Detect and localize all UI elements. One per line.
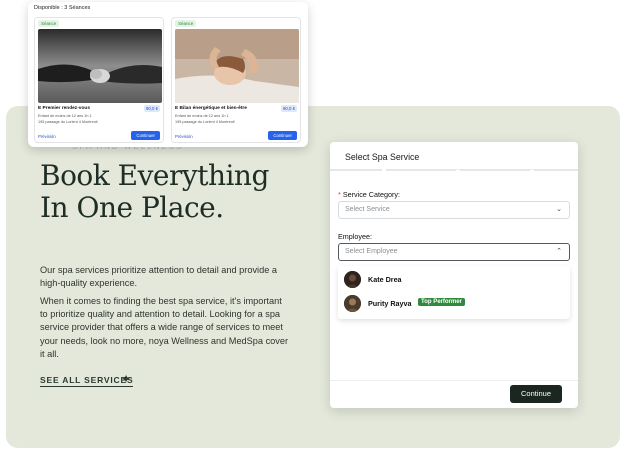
- service-badge: Séance: [38, 20, 60, 27]
- employee-option[interactable]: Kate Drea: [342, 269, 566, 291]
- service-category-placeholder: Select Service: [345, 206, 390, 213]
- service-category-select[interactable]: Select Service ⌄: [338, 201, 570, 219]
- service-price: 90,0 €: [144, 105, 160, 112]
- select-spa-service-modal: Select Spa Service * Service Category: S…: [330, 142, 578, 408]
- service-category-label-text: Service Category:: [342, 190, 400, 199]
- listing-title: Disponible : 3 Séances: [34, 5, 91, 11]
- employee-name: Purity Rayva: [368, 299, 412, 308]
- service-card[interactable]: Séance E Bilan énergétique et bien-être …: [171, 17, 301, 143]
- employee-dropdown: Kate Drea Purity Rayva Top Performer: [338, 266, 570, 319]
- service-category-label: * Service Category:: [338, 190, 400, 199]
- page: SPA AND WELLNESS Book Everything In One …: [0, 0, 625, 459]
- modal-header: Select Spa Service: [330, 142, 578, 170]
- continue-button[interactable]: Continuer: [131, 131, 160, 140]
- employee-name: Kate Drea: [368, 275, 402, 284]
- sparkle-icon: ✦: [121, 372, 132, 386]
- required-marker: *: [338, 190, 341, 199]
- service-meta: Enfant de moins de 12 ans 1h 1: [175, 114, 229, 118]
- preview-link[interactable]: Prévisión: [38, 134, 56, 139]
- massage-image: [175, 29, 299, 103]
- preview-link[interactable]: Prévisión: [175, 134, 193, 139]
- continue-button[interactable]: Continuer: [268, 131, 297, 140]
- avatar: [344, 271, 361, 288]
- modal-tab-indicator: [330, 169, 578, 171]
- chevron-up-icon: ⌃: [556, 248, 562, 255]
- top-performer-badge: Top Performer: [418, 298, 465, 306]
- see-all-services-link[interactable]: SEE ALL SERVICES: [40, 375, 134, 387]
- employee-option[interactable]: Purity Rayva Top Performer: [342, 293, 566, 315]
- hero-body-text: When it comes to finding the best spa se…: [40, 296, 289, 359]
- employee-label: Employee:: [338, 232, 372, 241]
- services-listing-card: Disponible : 3 Séances Séance E Premier …: [28, 2, 308, 147]
- service-address: 195 passage du Lorient 4 Montreuil: [175, 120, 235, 124]
- service-name: E Bilan énergétique et bien-être: [175, 106, 247, 111]
- holding-hands-image: [38, 29, 162, 103]
- hero-headline: Book Everything In One Place.: [40, 159, 269, 224]
- employee-select[interactable]: Select Employee ⌃: [338, 243, 570, 261]
- service-badge: Séance: [175, 20, 197, 27]
- avatar: [344, 295, 361, 312]
- employee-placeholder: Select Employee: [345, 248, 398, 255]
- chevron-down-icon: ⌄: [556, 206, 562, 213]
- hero-intro-text: Our spa services prioritize attention to…: [40, 265, 277, 289]
- service-name: E Premier rendez-vous: [38, 106, 90, 111]
- continue-button[interactable]: Continue: [510, 385, 562, 403]
- modal-title: Select Spa Service: [345, 152, 420, 162]
- service-address: 195 passage du Lorient 4 Montreuil: [38, 120, 98, 124]
- service-price: 90,0 €: [281, 105, 297, 112]
- service-card[interactable]: Séance E Premier rendez-vous 90,0 € Enfa…: [34, 17, 164, 143]
- service-meta: Enfant de moins de 12 ans 1h 1: [38, 114, 92, 118]
